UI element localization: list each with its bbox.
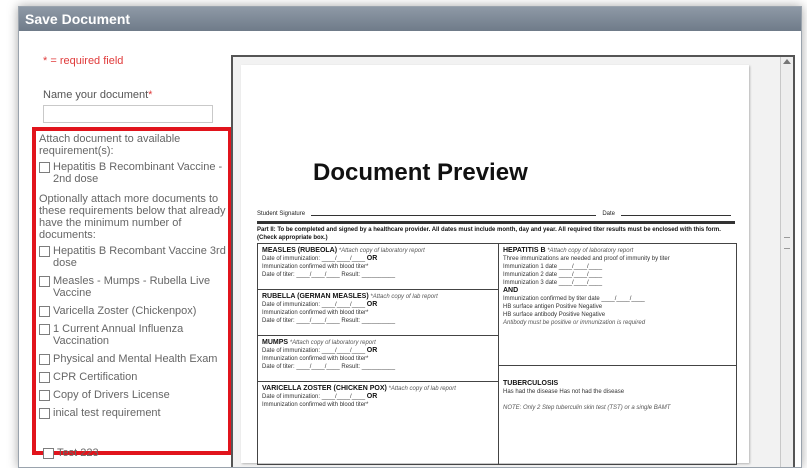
requirement-checkbox-item[interactable]: 1 Current Annual Influenza Vaccination — [39, 323, 229, 347]
requirement-checkbox-item[interactable]: Test 223 — [43, 447, 99, 459]
preview-title: Document Preview — [313, 159, 528, 186]
requirement-label: Measles - Mumps - Rubella Live Vaccine — [53, 275, 211, 299]
measles-title: MEASLES (RUBEOLA) — [262, 247, 338, 254]
hepb-line1: Three immunizations are needed and proof… — [503, 256, 670, 262]
measles-note: *Attach copy of laboratory report — [338, 248, 425, 254]
rubella-title: RUBELLA (GERMAN MEASLES) — [262, 293, 369, 300]
requirement-label: Hepatitis B Recombant Vaccine 3rd dose — [53, 245, 226, 269]
student-signature-label: Student Signature — [257, 211, 306, 217]
tuberculosis-cell: TUBERCULOSIS Has had the disease Has not… — [499, 366, 736, 464]
hepb-titer-date: Immunization confirmed by titer date ___… — [503, 296, 645, 302]
name-label-text: Name your document — [43, 89, 149, 101]
optional-intro: Optionally attach more documents to thes… — [39, 193, 226, 241]
mumps-title: MUMPS — [262, 339, 289, 346]
rubella-note: *Attach copy of lab report — [370, 294, 438, 300]
mumps-titer: Immunization confirmed with blood titer* — [262, 356, 369, 362]
checkbox[interactable] — [39, 390, 50, 401]
preview-scrollbar[interactable] — [780, 57, 793, 467]
varicella-titer: Immunization confirmed with blood titer* — [262, 402, 369, 408]
measles-cell: MEASLES (RUBEOLA) *Attach copy of labora… — [258, 244, 498, 290]
checkbox[interactable] — [39, 306, 50, 317]
varicella-note: *Attach copy of lab report — [388, 386, 456, 392]
requirement-label: 1 Current Annual Influenza Vaccination — [53, 323, 184, 347]
date-label: Date — [602, 211, 615, 217]
mumps-or: OR — [366, 347, 378, 354]
date-line — [621, 211, 731, 216]
checkbox[interactable] — [43, 448, 54, 459]
rubella-date: Date of immunization: ____/____/____ — [262, 302, 366, 308]
measles-titer: Immunization confirmed with blood titer* — [262, 264, 369, 270]
document-name-input[interactable] — [43, 105, 213, 123]
rubella-titer-date: Date of titer: ____/____/____ Result: __… — [262, 318, 396, 324]
scroll-up-arrow-icon[interactable] — [783, 59, 791, 64]
signature-line — [311, 211, 597, 216]
varicella-date: Date of immunization: ____/____/____ — [262, 394, 366, 400]
rubella-or: OR — [366, 301, 378, 308]
save-document-dialog: Save Document * = required field Name yo… — [18, 6, 802, 468]
hepb-title: HEPATITIS B — [503, 247, 546, 254]
requirement-label: Physical and Mental Health Exam — [53, 353, 218, 365]
measles-or: OR — [366, 255, 378, 262]
preview-page: Document Preview Student Signature Date … — [241, 65, 749, 465]
hepb-note: *Attach copy of laboratory report — [547, 248, 634, 254]
requirement-checkbox-item[interactable]: Varicella Zoster (Chickenpox) — [39, 305, 229, 317]
requirement-label: CPR Certification — [53, 371, 138, 383]
rubella-titer: Immunization confirmed with blood titer* — [262, 310, 369, 316]
requirement-checkbox-item[interactable]: Copy of Drivers License — [39, 389, 229, 401]
checkbox[interactable] — [39, 408, 50, 419]
measles-date: Date of immunization: ____/____/____ — [262, 256, 366, 262]
part2-instructions: Part II: To be completed and signed by a… — [257, 227, 721, 241]
checkbox[interactable] — [39, 354, 50, 365]
scroll-grip-icon[interactable] — [784, 237, 790, 249]
requirement-checkbox-item[interactable]: inical test requirement — [39, 407, 229, 419]
varicella-or: OR — [366, 393, 378, 400]
varicella-title: VARICELLA ZOSTER (CHICKEN POX) — [262, 385, 387, 392]
requirement-checkbox-item[interactable]: Physical and Mental Health Exam — [39, 353, 229, 365]
requirement-checkbox-item[interactable]: Hepatitis B Recombinant Vaccine - 2nd do… — [39, 161, 229, 185]
left-panel: * = required field Name your document* A… — [19, 31, 232, 467]
requirement-label: Copy of Drivers License — [53, 389, 170, 401]
requirement-label: Varicella Zoster (Chickenpox) — [53, 305, 197, 317]
requirement-checkbox-item[interactable]: Measles - Mumps - Rubella Live Vaccine — [39, 275, 229, 299]
requirements-list: Attach document to available requirement… — [39, 133, 229, 425]
tb-title: TUBERCULOSIS — [503, 380, 559, 387]
requirement-label: inical test requirement — [53, 407, 161, 419]
checkbox[interactable] — [39, 276, 50, 287]
mumps-titer-date: Date of titer: ____/____/____ Result: __… — [262, 364, 396, 370]
hepatitis-b-cell: HEPATITIS B *Attach copy of laboratory r… — [499, 244, 736, 366]
mumps-note: *Attach copy of laboratory report — [289, 340, 376, 346]
hepb-imm2: Immunization 2 date ____/____/____ — [503, 272, 603, 278]
signature-row: Student Signature Date — [257, 211, 731, 217]
checkbox[interactable] — [39, 324, 50, 335]
hb-antigen: HB surface antigen Positive Negative — [503, 304, 603, 310]
section-divider — [257, 221, 735, 224]
requirement-checkbox-item[interactable]: CPR Certification — [39, 371, 229, 383]
requirement-label: Hepatitis B Recombinant Vaccine - 2nd do… — [53, 161, 223, 185]
attach-intro: Attach document to available requirement… — [39, 133, 181, 157]
requirement-checkbox-item[interactable]: Hepatitis B Recombant Vaccine 3rd dose — [39, 245, 229, 269]
tb-line1: Has had the disease Has not had the dise… — [503, 389, 625, 395]
checkbox[interactable] — [39, 162, 50, 173]
hepb-imm1: Immunization 1 date ____/____/____ — [503, 264, 603, 270]
mumps-cell: MUMPS *Attach copy of laboratory report … — [258, 336, 498, 382]
hb-antibody: HB surface antibody Positive Negative — [503, 312, 606, 318]
checkbox[interactable] — [39, 246, 50, 257]
hepb-and: AND — [503, 287, 519, 294]
checkbox[interactable] — [39, 372, 50, 383]
required-star: * — [148, 89, 153, 101]
antibody-note: Antibody must be positive or immunizatio… — [503, 320, 646, 326]
tb-note: NOTE: Only 2 Step tuberculin skin test (… — [503, 405, 671, 411]
measles-titer-date: Date of titer: ____/____/____ Result: __… — [262, 272, 396, 278]
immunization-table: MEASLES (RUBEOLA) *Attach copy of labora… — [257, 243, 737, 465]
required-field-note: * = required field — [43, 55, 124, 67]
dialog-title: Save Document — [19, 7, 801, 31]
requirement-label: Test 223 — [57, 447, 99, 459]
varicella-cell: VARICELLA ZOSTER (CHICKEN POX) *Attach c… — [258, 382, 498, 464]
document-preview-frame: Document Preview Student Signature Date … — [231, 55, 795, 467]
rubella-cell: RUBELLA (GERMAN MEASLES) *Attach copy of… — [258, 290, 498, 336]
mumps-date: Date of immunization: ____/____/____ — [262, 348, 366, 354]
hepb-imm3: Immunization 3 date ____/____/____ — [503, 280, 603, 286]
name-document-label: Name your document* — [43, 89, 152, 101]
